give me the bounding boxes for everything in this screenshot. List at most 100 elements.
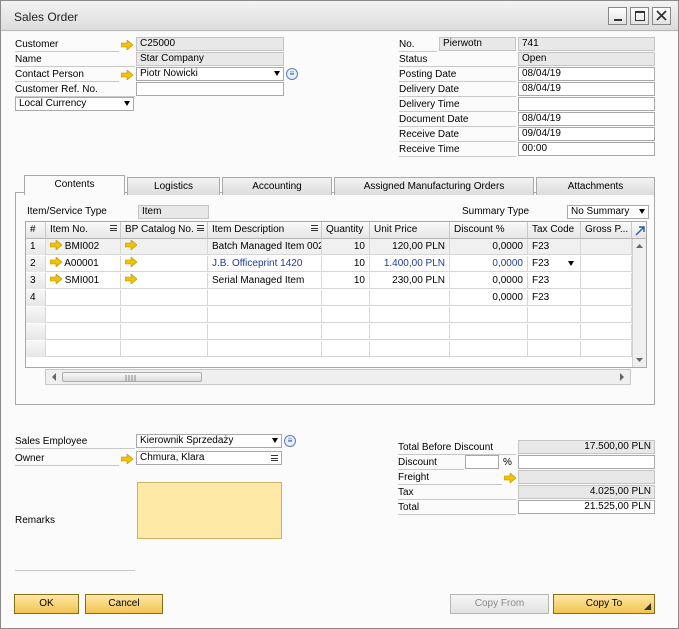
empty-cell[interactable] <box>208 307 322 323</box>
empty-cell[interactable] <box>121 307 208 323</box>
discount-percent-input[interactable] <box>465 455 499 469</box>
discount-cell[interactable]: 0,0000 <box>450 290 528 306</box>
gross-price-cell[interactable] <box>581 290 632 306</box>
currency-dropdown[interactable]: Local Currency <box>15 97 134 111</box>
customer-field[interactable]: C25000 <box>136 37 284 51</box>
discount-cell[interactable]: 0,0000 <box>450 239 528 255</box>
tab-logistics[interactable]: Logistics <box>127 177 220 195</box>
row-number[interactable] <box>26 307 46 323</box>
item-no-cell[interactable]: BMI002 <box>46 239 121 255</box>
unit-price-cell[interactable]: 230,00 PLN <box>370 273 450 289</box>
empty-cell[interactable] <box>370 324 450 340</box>
item-link-arrow-icon[interactable] <box>49 239 63 251</box>
catalog-link-arrow-icon[interactable] <box>124 256 138 268</box>
customer-ref-input[interactable] <box>136 82 284 96</box>
row-number[interactable]: 1 <box>26 239 46 255</box>
table-row[interactable]: 1 BMI002 Batch Managed Item 002 10 120,0… <box>26 239 632 255</box>
grid-horizontal-scrollbar[interactable] <box>45 369 631 385</box>
col-header-discount[interactable]: Discount % <box>450 222 528 239</box>
row-number[interactable]: 2 <box>26 256 46 272</box>
item-no-cell[interactable]: SMI001 <box>46 273 121 289</box>
empty-cell[interactable] <box>528 341 581 357</box>
gross-price-cell[interactable] <box>581 273 632 289</box>
empty-cell[interactable] <box>581 324 632 340</box>
series-dropdown[interactable]: Pierwotn <box>439 37 516 51</box>
empty-cell[interactable] <box>46 341 121 357</box>
copy-from-button[interactable]: Copy From <box>450 594 549 614</box>
tax-code-cell[interactable]: F23 <box>528 273 581 289</box>
tax-code-cell[interactable]: F23 <box>528 239 581 255</box>
contact-details-icon[interactable]: ≡ <box>286 68 298 80</box>
bp-catalog-cell[interactable] <box>121 273 208 289</box>
owner-field[interactable]: Chmura, Klara <box>136 451 282 465</box>
sales-employee-dropdown[interactable]: Kierownik Sprzedaży <box>136 434 282 448</box>
document-date-input[interactable]: 08/04/19 <box>518 112 655 126</box>
delivery-date-input[interactable]: 08/04/19 <box>518 82 655 96</box>
column-menu-icon[interactable] <box>311 225 318 231</box>
scroll-thumb[interactable] <box>62 372 202 382</box>
tab-contents[interactable]: Contents <box>24 175 125 195</box>
quantity-cell[interactable]: 10 <box>322 256 370 272</box>
quantity-cell[interactable] <box>322 290 370 306</box>
catalog-link-arrow-icon[interactable] <box>124 273 138 285</box>
table-row[interactable]: 4 0,0000 F23 <box>26 290 632 306</box>
row-number[interactable] <box>26 341 46 357</box>
expand-grid-button[interactable] <box>632 222 646 239</box>
gross-price-cell[interactable] <box>581 239 632 255</box>
col-header-tax-code[interactable]: Tax Code <box>528 222 581 239</box>
unit-price-cell[interactable]: 1.400,00 PLN <box>370 256 450 272</box>
unit-price-cell[interactable]: 120,00 PLN <box>370 239 450 255</box>
bp-catalog-cell[interactable] <box>121 290 208 306</box>
contact-person-dropdown[interactable]: Piotr Nowicki <box>136 67 284 81</box>
discount-cell[interactable]: 0,0000 <box>450 256 528 272</box>
empty-cell[interactable] <box>528 307 581 323</box>
empty-cell[interactable] <box>581 341 632 357</box>
table-row[interactable] <box>26 341 632 357</box>
column-menu-icon[interactable] <box>197 225 204 231</box>
empty-cell[interactable] <box>322 341 370 357</box>
name-field[interactable]: Star Company <box>136 52 284 66</box>
delivery-time-input[interactable] <box>518 97 655 111</box>
item-description-cell[interactable]: J.B. Officeprint 1420 <box>208 256 322 272</box>
cancel-button[interactable]: Cancel <box>85 594 163 614</box>
table-row[interactable] <box>26 307 632 323</box>
bp-catalog-cell[interactable] <box>121 239 208 255</box>
row-number[interactable] <box>26 324 46 340</box>
gross-price-cell[interactable] <box>581 256 632 272</box>
tab-attachments[interactable]: Attachments <box>536 177 655 195</box>
empty-cell[interactable] <box>322 324 370 340</box>
scroll-up-icon[interactable] <box>633 241 646 251</box>
item-description-cell[interactable]: Serial Managed Item <box>208 273 322 289</box>
employee-details-icon[interactable]: ≡ <box>284 435 296 447</box>
posting-date-input[interactable]: 08/04/19 <box>518 67 655 81</box>
copy-to-button[interactable]: Copy To <box>553 594 655 614</box>
empty-cell[interactable] <box>208 324 322 340</box>
empty-cell[interactable] <box>450 324 528 340</box>
tab-assigned-manufacturing-orders[interactable]: Assigned Manufacturing Orders <box>334 177 534 195</box>
empty-cell[interactable] <box>121 324 208 340</box>
tax-code-dropdown[interactable]: F23 <box>528 256 581 272</box>
receive-time-input[interactable]: 00:00 <box>518 142 655 156</box>
empty-cell[interactable] <box>322 307 370 323</box>
row-number[interactable]: 4 <box>26 290 46 306</box>
minimize-button[interactable] <box>608 7 627 25</box>
empty-cell[interactable] <box>46 307 121 323</box>
summary-type-dropdown[interactable]: No Summary <box>567 205 649 219</box>
maximize-button[interactable] <box>630 7 649 25</box>
col-header-row-number[interactable]: # <box>26 222 46 239</box>
table-row[interactable]: 2 A00001 J.B. Officeprint 1420 10 1.400,… <box>26 256 632 272</box>
col-header-item-no[interactable]: Item No. <box>46 222 121 239</box>
item-type-field[interactable]: Item <box>138 205 209 219</box>
quantity-cell[interactable]: 10 <box>322 239 370 255</box>
close-button[interactable] <box>652 7 671 25</box>
item-no-cell[interactable]: A00001 <box>46 256 121 272</box>
empty-cell[interactable] <box>581 307 632 323</box>
tax-code-cell[interactable]: F23 <box>528 290 581 306</box>
item-link-arrow-icon[interactable] <box>49 256 63 268</box>
catalog-link-arrow-icon[interactable] <box>124 239 138 251</box>
empty-cell[interactable] <box>208 341 322 357</box>
col-header-item-description[interactable]: Item Description <box>208 222 322 239</box>
ok-button[interactable]: OK <box>14 594 79 614</box>
freight-link-arrow-icon[interactable] <box>504 473 516 483</box>
column-menu-icon[interactable] <box>110 225 117 231</box>
